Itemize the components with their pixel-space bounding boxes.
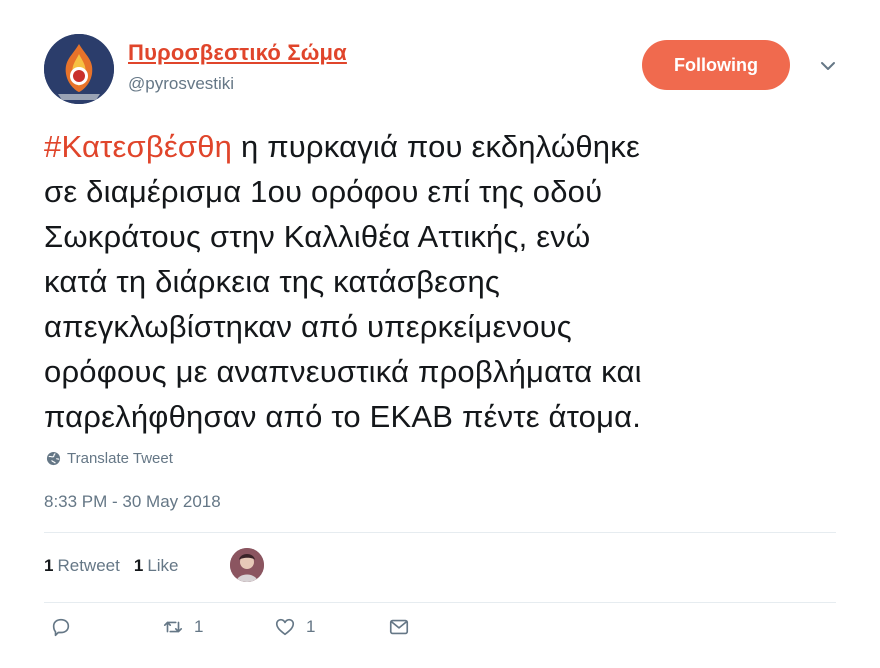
hashtag-link[interactable]: #Κατεσβέσθη — [44, 129, 232, 164]
likes-label: Like — [147, 556, 179, 575]
translate-label: Translate Tweet — [67, 450, 173, 467]
tweet-line: σε διαμέρισμα 1ου ορόφου επί της οδού — [44, 174, 603, 209]
direct-message-button[interactable] — [388, 616, 410, 638]
retweet-button[interactable]: 1 — [162, 616, 203, 638]
envelope-icon — [389, 619, 409, 635]
fire-service-emblem-icon — [44, 34, 114, 104]
like-button[interactable]: 1 — [274, 616, 315, 638]
translate-tweet-link[interactable]: Translate Tweet — [46, 450, 173, 467]
retweet-action-count: 1 — [194, 617, 204, 636]
tweet-line: απεγκλωβίστηκαν από υπερκείμενους — [44, 309, 572, 344]
author-display-name[interactable]: Πυροσβεστικό Σώμα — [128, 40, 347, 66]
retweets-label: Retweet — [57, 556, 120, 575]
tweet-line: Σωκράτους στην Καλλιθέα Αττικής, ενώ — [44, 219, 591, 254]
globe-icon — [46, 451, 61, 466]
reply-button[interactable] — [50, 616, 72, 638]
tweet-timestamp[interactable]: 8:33 PM - 30 May 2018 — [44, 492, 221, 512]
tweet-line: κατά τη διάρκεια της κατάσβεσης — [44, 264, 501, 299]
chevron-down-icon[interactable] — [818, 56, 838, 76]
engagement-stats: 1 Retweet 1 Like — [44, 556, 179, 576]
tweet-card: Πυροσβεστικό Σώμα @pyrosvestiki Followin… — [0, 0, 880, 668]
likes-count: 1 — [133, 556, 144, 575]
tweet-line-text: η πυρκαγιά που εκδηλώθηκε — [232, 129, 640, 164]
tweet-line: #Κατεσβέσθη η πυρκαγιά που εκδηλώθηκε — [44, 124, 844, 169]
retweet-icon — [163, 621, 183, 633]
tweet-line: ορόφους με αναπνευστικά προβλήματα και — [44, 354, 642, 389]
heart-icon — [275, 618, 295, 636]
divider — [44, 532, 836, 533]
retweets-stat[interactable]: 1 Retweet — [44, 556, 120, 576]
author-handle[interactable]: @pyrosvestiki — [128, 74, 234, 94]
retweets-count: 1 — [44, 556, 54, 575]
tweet-text: #Κατεσβέσθη η πυρκαγιά που εκδηλώθηκε σε… — [44, 124, 844, 439]
user-avatar-icon — [230, 548, 264, 582]
tweet-line: παρελήφθησαν από το ΕΚΑΒ πέντε άτομα. — [44, 399, 642, 434]
reply-icon — [52, 618, 70, 637]
divider — [44, 602, 836, 603]
like-action-count: 1 — [306, 617, 316, 636]
likes-stat[interactable]: 1 Like — [134, 556, 179, 576]
following-button[interactable]: Following — [642, 40, 790, 90]
author-avatar[interactable] — [44, 34, 114, 104]
liker-avatar[interactable] — [230, 548, 264, 582]
